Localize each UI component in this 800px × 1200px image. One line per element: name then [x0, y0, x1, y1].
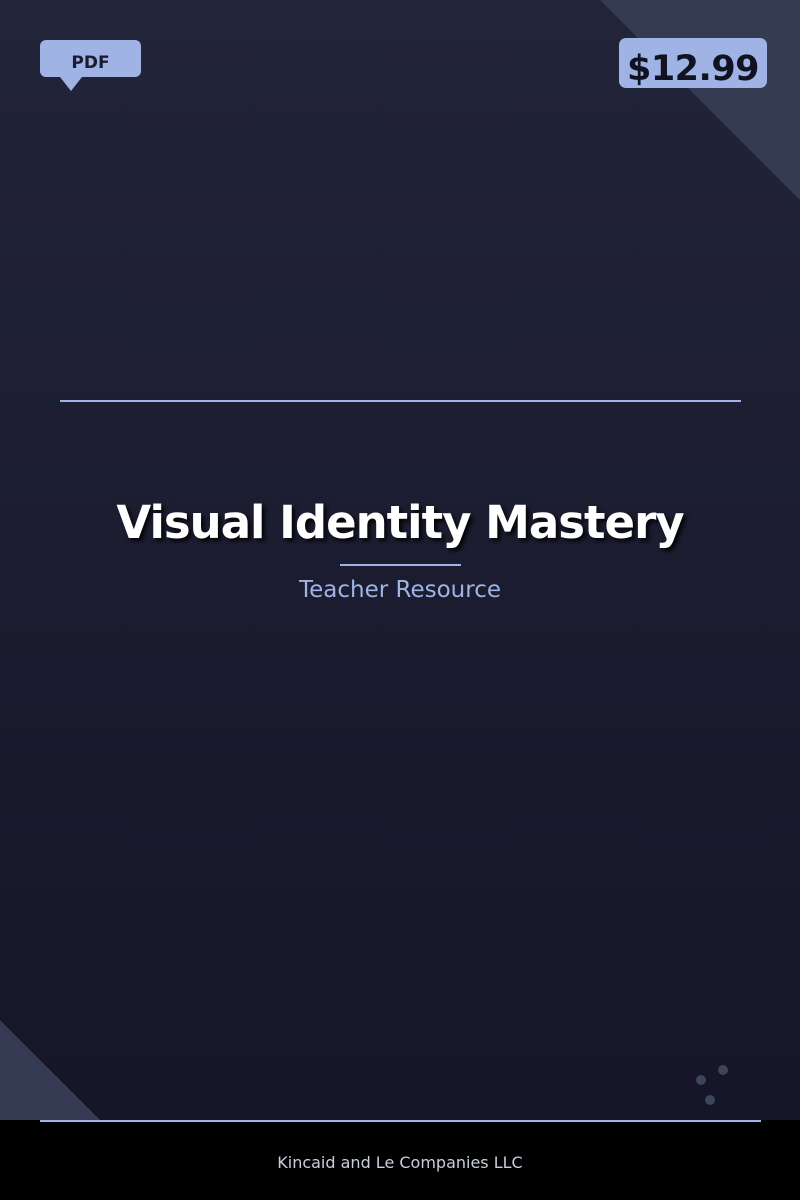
cover-title: Visual Identity Mastery	[116, 496, 684, 549]
book-cover: PDF $12.99 Visual Identity Mastery Teach…	[0, 0, 800, 1200]
corner-decoration-bottom-left	[0, 1020, 100, 1120]
divider-top	[60, 400, 741, 402]
format-badge: PDF	[40, 40, 141, 77]
publisher-name: Kincaid and Le Companies LLC	[277, 1153, 523, 1172]
dots-cluster-icon	[690, 1060, 730, 1110]
cover-subtitle: Teacher Resource	[298, 577, 501, 603]
title-underline	[340, 564, 461, 566]
price-tag: $12.99	[619, 38, 767, 89]
divider-bottom	[40, 1120, 761, 1122]
corner-decoration-top-right	[600, 0, 800, 200]
format-badge-pointer	[60, 77, 82, 91]
